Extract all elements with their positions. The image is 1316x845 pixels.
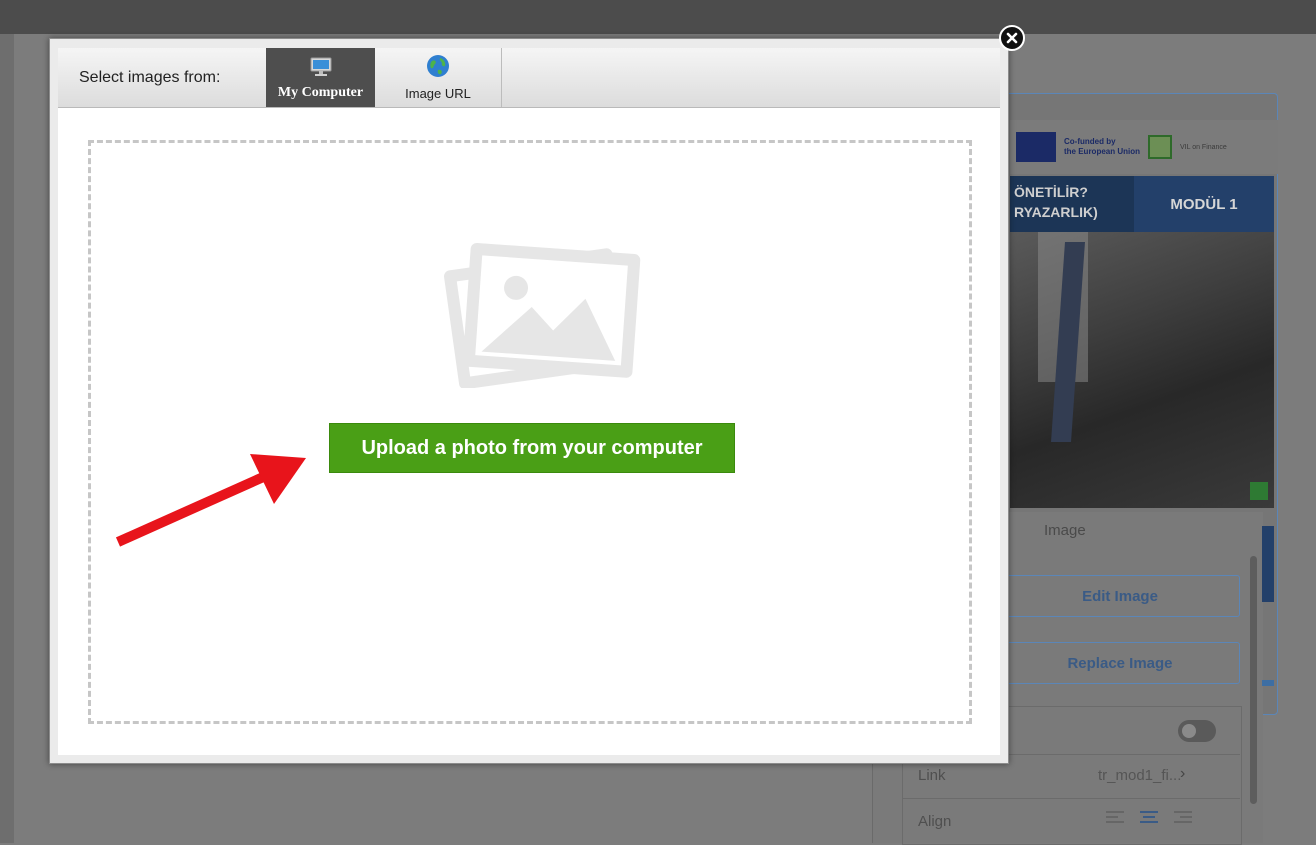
eu-text-line1: Co-funded by xyxy=(1064,137,1116,146)
drop-zone[interactable]: Upload a photo from your computer xyxy=(88,140,972,724)
row-divider xyxy=(902,798,1240,799)
tab-my-computer[interactable]: My Computer xyxy=(266,48,375,107)
image-placeholder-icon xyxy=(436,238,646,393)
banner-title: ÖNETİLİR? RYAZARLIK) xyxy=(1014,182,1098,222)
eu-flag-logo xyxy=(1016,132,1056,162)
annotation-arrow xyxy=(115,454,306,547)
monitor-icon xyxy=(310,57,332,82)
align-right-icon[interactable] xyxy=(1174,811,1192,823)
tab-label: Image URL xyxy=(405,86,471,101)
edit-image-button[interactable]: Edit Image xyxy=(1000,575,1240,617)
eu-text-line2: the European Union xyxy=(1064,147,1140,156)
banner-line2: RYAZARLIK) xyxy=(1014,204,1098,220)
accent-bar xyxy=(1262,526,1274,602)
panel-scrollbar[interactable] xyxy=(1250,556,1257,804)
accent-line xyxy=(1262,680,1274,686)
panel-title: Image xyxy=(1044,522,1086,539)
photo-logo xyxy=(1250,482,1268,500)
module-label: MODÜL 1 xyxy=(1134,176,1274,232)
link-value[interactable]: tr_mod1_fi... xyxy=(1098,767,1181,784)
replace-image-button[interactable]: Replace Image xyxy=(1000,642,1240,684)
image-picker-dialog: Select images from: My Computer Image UR… xyxy=(49,38,1009,764)
toggle-switch[interactable] xyxy=(1178,720,1216,742)
upload-area: Upload a photo from your computer xyxy=(58,108,1000,755)
align-left-icon[interactable] xyxy=(1106,811,1124,823)
logo-strip: Co-funded by the European Union VIL on F… xyxy=(1010,120,1278,174)
eu-text: Co-funded by the European Union xyxy=(1064,137,1140,157)
left-strip xyxy=(0,34,14,843)
tab-label: My Computer xyxy=(277,85,364,100)
hero-photo[interactable] xyxy=(1010,232,1274,508)
close-icon[interactable] xyxy=(999,25,1025,51)
upload-photo-button[interactable]: Upload a photo from your computer xyxy=(329,423,735,473)
globe-icon xyxy=(426,54,450,83)
chevron-right-icon[interactable]: › xyxy=(1180,765,1185,783)
vil-text: VIL on Finance xyxy=(1180,143,1227,151)
banner-line1: ÖNETİLİR? xyxy=(1014,184,1088,200)
align-center-icon[interactable] xyxy=(1140,811,1158,823)
link-label: Link xyxy=(918,767,946,784)
tab-image-url[interactable]: Image URL xyxy=(375,48,502,107)
top-bar xyxy=(0,0,1316,34)
select-images-label: Select images from: xyxy=(79,69,221,86)
align-label: Align xyxy=(918,813,952,830)
module-banner: ÖNETİLİR? RYAZARLIK) MODÜL 1 xyxy=(1010,176,1274,232)
source-tab-bar: Select images from: My Computer Image UR… xyxy=(58,48,1000,108)
vil-logo xyxy=(1148,135,1172,159)
align-options xyxy=(1106,811,1192,823)
